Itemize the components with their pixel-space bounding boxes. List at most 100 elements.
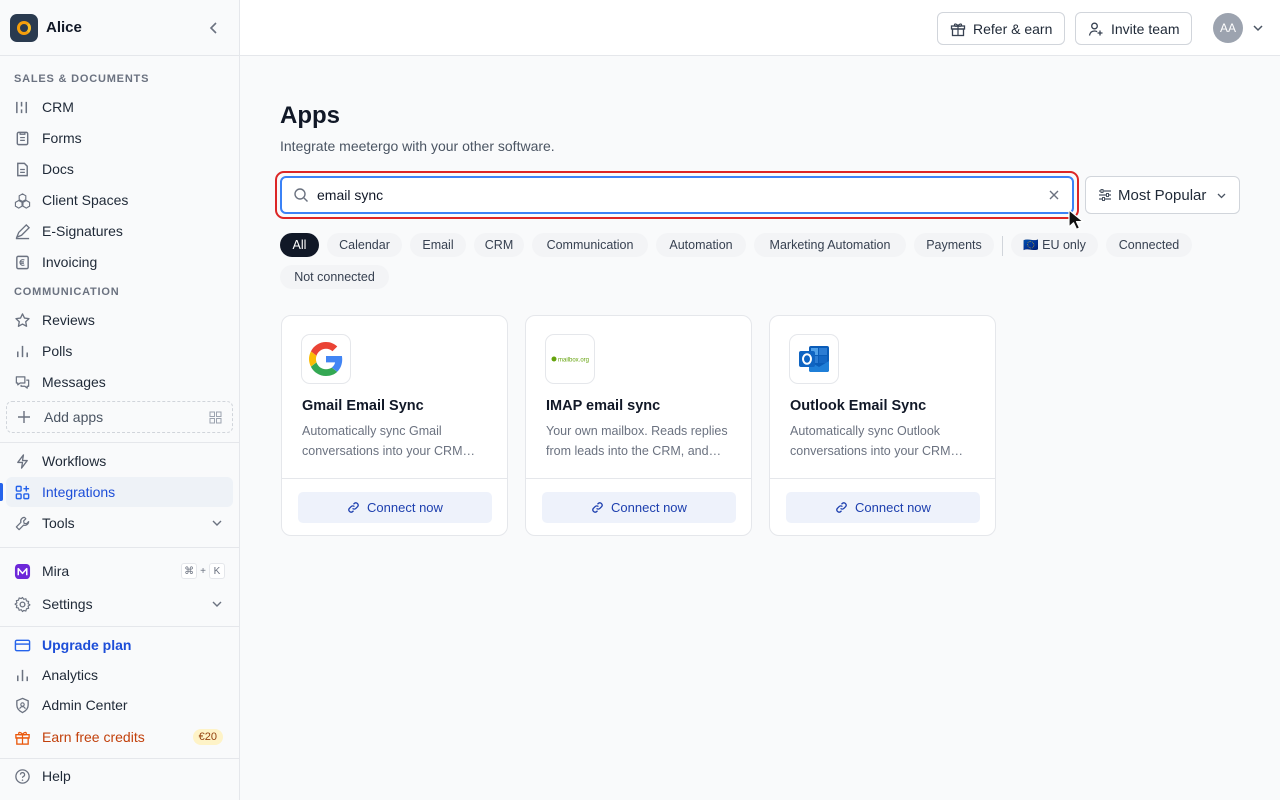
sidebar-item-label: Admin Center	[42, 697, 128, 713]
sidebar-item-earn-free-credits[interactable]: Earn free credits €20	[6, 722, 233, 752]
card-divider	[282, 478, 507, 479]
invoice-icon	[16, 255, 29, 269]
grid-icon	[209, 411, 222, 423]
sidebar-item-forms[interactable]: Forms	[6, 123, 233, 153]
wrench-icon	[15, 516, 30, 530]
shield-icon	[16, 697, 29, 713]
connect-now-button[interactable]: Connect now	[786, 492, 980, 523]
link-icon	[348, 502, 359, 513]
sidebar-item-integrations[interactable]: Integrations	[0, 477, 233, 507]
filter-chip-payments[interactable]: Payments	[914, 233, 994, 257]
section-label-sales: SALES & DOCUMENTS	[14, 73, 150, 85]
plus-sign: +	[200, 565, 206, 577]
sidebar-item-client-spaces[interactable]: Client Spaces	[6, 185, 233, 215]
gear-icon	[14, 596, 31, 612]
filter-chip-email[interactable]: Email	[410, 233, 466, 257]
filter-chip-all[interactable]: All	[280, 233, 319, 257]
sidebar-item-admin-center[interactable]: Admin Center	[6, 690, 233, 720]
sidebar-item-mira[interactable]: Mira ⌘ + K	[6, 556, 233, 586]
connect-now-button[interactable]: Connect now	[542, 492, 736, 523]
filter-chip-connected[interactable]: Connected	[1106, 233, 1192, 257]
avatar[interactable]: AA	[1213, 13, 1243, 43]
sidebar-item-label: E-Signatures	[42, 223, 123, 239]
mailbox-org-logo: mailbox.org	[545, 334, 595, 384]
sidebar-item-label: Reviews	[42, 312, 95, 328]
help-icon	[15, 768, 30, 784]
collapse-sidebar-icon[interactable]	[207, 20, 221, 36]
card-title: Gmail Email Sync	[302, 398, 424, 414]
add-apps-button[interactable]: Add apps	[6, 401, 233, 433]
app-card-imap[interactable]: mailbox.org IMAP email sync Your own mai…	[525, 315, 752, 536]
card-description: Automatically sync Outlook conversations…	[790, 424, 963, 458]
sidebar-item-label: CRM	[42, 99, 74, 115]
k-key: K	[209, 563, 225, 579]
invite-team-button[interactable]: Invite team	[1075, 12, 1193, 45]
signature-icon	[15, 223, 31, 239]
card-title: Outlook Email Sync	[790, 398, 927, 414]
page-subtitle: Integrate meetergo with your other softw…	[280, 138, 555, 154]
mira-icon	[14, 563, 31, 579]
chevron-down-icon[interactable]	[1252, 22, 1264, 34]
sidebar-item-workflows[interactable]: Workflows	[6, 446, 233, 476]
gift-icon	[15, 731, 30, 745]
refer-earn-button[interactable]: Refer & earn	[937, 12, 1066, 45]
sidebar: Alice SALES & DOCUMENTS CRM Forms Docs C…	[0, 0, 240, 800]
chevron-down-icon	[212, 601, 222, 607]
sidebar-item-tools[interactable]: Tools	[6, 508, 233, 538]
sidebar-item-invoicing[interactable]: Invoicing	[6, 247, 233, 277]
crm-icon	[16, 101, 28, 113]
lightning-icon	[17, 453, 28, 469]
connect-label: Connect now	[855, 500, 931, 515]
search-box[interactable]	[280, 176, 1074, 214]
card-description: Automatically sync Gmail conversations i…	[302, 424, 475, 458]
clear-search-icon[interactable]	[1048, 189, 1060, 201]
sidebar-item-reviews[interactable]: Reviews	[6, 305, 233, 335]
messages-icon	[15, 375, 30, 389]
sort-dropdown[interactable]: Most Popular	[1085, 176, 1240, 214]
sidebar-item-polls[interactable]: Polls	[6, 336, 233, 366]
sidebar-item-settings[interactable]: Settings	[6, 589, 233, 619]
filter-chip-marketing-automation[interactable]: Marketing Automation	[754, 233, 906, 257]
search-input[interactable]	[317, 187, 1017, 203]
credit-badge: €20	[192, 729, 223, 745]
credit-card-icon	[14, 639, 31, 651]
docs-icon	[17, 162, 28, 176]
sidebar-item-messages[interactable]: Messages	[6, 367, 233, 397]
sidebar-divider	[0, 442, 239, 443]
sidebar-item-crm[interactable]: CRM	[6, 92, 233, 122]
mailbox-org-logo-text: mailbox.org	[558, 358, 589, 364]
chevron-down-icon	[1217, 193, 1226, 198]
refer-earn-label: Refer & earn	[973, 20, 1053, 37]
cmd-key: ⌘	[181, 563, 198, 579]
filter-chip-crm[interactable]: CRM	[474, 233, 524, 257]
workspace-name: Alice	[46, 19, 82, 36]
sidebar-item-help[interactable]: Help	[6, 761, 233, 791]
filter-chip-automation[interactable]: Automation	[656, 233, 746, 257]
sidebar-item-label: Workflows	[42, 453, 107, 469]
sidebar-divider	[0, 626, 239, 627]
sidebar-divider	[0, 758, 239, 759]
connect-now-button[interactable]: Connect now	[298, 492, 492, 523]
filter-chip-eu-only[interactable]: 🇪🇺 EU only	[1011, 233, 1098, 257]
sidebar-item-e-signatures[interactable]: E-Signatures	[6, 216, 233, 246]
sidebar-item-upgrade-plan[interactable]: Upgrade plan	[6, 630, 233, 660]
sidebar-item-docs[interactable]: Docs	[6, 154, 233, 184]
sidebar-item-analytics[interactable]: Analytics	[6, 660, 233, 690]
filter-chip-calendar[interactable]: Calendar	[327, 233, 402, 257]
workspace-switcher[interactable]: Alice	[0, 0, 239, 56]
gift-icon	[950, 22, 966, 36]
filter-chip-communication[interactable]: Communication	[532, 233, 648, 257]
sidebar-item-label: Messages	[42, 374, 106, 390]
app-card-outlook[interactable]: Outlook Email Sync Automatically sync Ou…	[769, 315, 996, 536]
filter-divider	[1002, 236, 1003, 256]
sidebar-item-label: Client Spaces	[42, 192, 129, 208]
card-divider	[526, 478, 751, 479]
sidebar-item-label: Polls	[42, 343, 73, 359]
section-label-communication: COMMUNICATION	[14, 286, 120, 298]
sidebar-item-label: Invoicing	[42, 254, 98, 270]
sidebar-item-label: Upgrade plan	[42, 637, 132, 653]
google-logo	[301, 334, 351, 384]
app-card-gmail[interactable]: Gmail Email Sync Automatically sync Gmai…	[281, 315, 508, 536]
filter-chip-not-connected[interactable]: Not connected	[280, 265, 389, 289]
sliders-icon	[1099, 189, 1111, 201]
